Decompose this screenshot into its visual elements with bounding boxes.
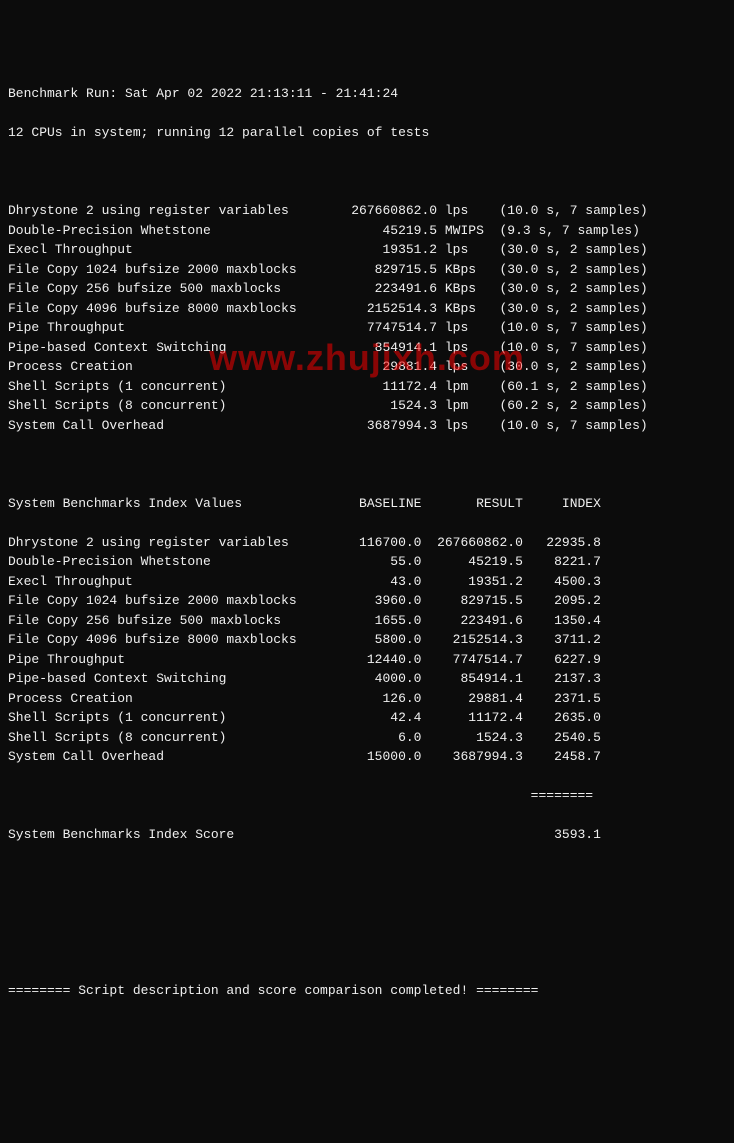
results-table: Dhrystone 2 using register variables 267… bbox=[8, 201, 726, 435]
result-row: Execl Throughput 19351.2 lps (30.0 s, 2 … bbox=[8, 240, 726, 260]
index-row: Process Creation 126.0 29881.4 2371.5 bbox=[8, 689, 726, 709]
score-line: System Benchmarks Index Score 3593.1 bbox=[8, 825, 726, 845]
index-table: Dhrystone 2 using register variables 116… bbox=[8, 533, 726, 767]
result-row: System Call Overhead 3687994.3 lps (10.0… bbox=[8, 416, 726, 436]
blank-line bbox=[8, 903, 726, 923]
result-row: File Copy 4096 bufsize 8000 maxblocks 21… bbox=[8, 299, 726, 319]
result-row: File Copy 1024 bufsize 2000 maxblocks 82… bbox=[8, 260, 726, 280]
index-row: Dhrystone 2 using register variables 116… bbox=[8, 533, 726, 553]
index-row: Pipe Throughput 12440.0 7747514.7 6227.9 bbox=[8, 650, 726, 670]
result-row: Process Creation 29881.4 lps (30.0 s, 2 … bbox=[8, 357, 726, 377]
index-header: System Benchmarks Index Values BASELINE … bbox=[8, 494, 726, 514]
result-row: Double-Precision Whetstone 45219.5 MWIPS… bbox=[8, 221, 726, 241]
blank-line bbox=[8, 942, 726, 962]
index-row: Shell Scripts (1 concurrent) 42.4 11172.… bbox=[8, 708, 726, 728]
footer-line: ======== Script description and score co… bbox=[8, 981, 726, 1001]
benchmark-run-line: Benchmark Run: Sat Apr 02 2022 21:13:11 … bbox=[8, 84, 726, 104]
index-row: Execl Throughput 43.0 19351.2 4500.3 bbox=[8, 572, 726, 592]
index-row: File Copy 256 bufsize 500 maxblocks 1655… bbox=[8, 611, 726, 631]
index-row: File Copy 4096 bufsize 8000 maxblocks 58… bbox=[8, 630, 726, 650]
result-row: Pipe-based Context Switching 854914.1 lp… bbox=[8, 338, 726, 358]
blank-line bbox=[8, 864, 726, 884]
index-row: Shell Scripts (8 concurrent) 6.0 1524.3 … bbox=[8, 728, 726, 748]
index-row: Double-Precision Whetstone 55.0 45219.5 … bbox=[8, 552, 726, 572]
index-row: File Copy 1024 bufsize 2000 maxblocks 39… bbox=[8, 591, 726, 611]
result-row: Shell Scripts (8 concurrent) 1524.3 lpm … bbox=[8, 396, 726, 416]
result-row: Pipe Throughput 7747514.7 lps (10.0 s, 7… bbox=[8, 318, 726, 338]
result-row: File Copy 256 bufsize 500 maxblocks 2234… bbox=[8, 279, 726, 299]
result-row: Shell Scripts (1 concurrent) 11172.4 lpm… bbox=[8, 377, 726, 397]
blank-line bbox=[8, 455, 726, 475]
score-divider: ======== bbox=[8, 786, 726, 806]
index-row: System Call Overhead 15000.0 3687994.3 2… bbox=[8, 747, 726, 767]
blank-line bbox=[8, 162, 726, 182]
result-row: Dhrystone 2 using register variables 267… bbox=[8, 201, 726, 221]
cpu-info-line: 12 CPUs in system; running 12 parallel c… bbox=[8, 123, 726, 143]
